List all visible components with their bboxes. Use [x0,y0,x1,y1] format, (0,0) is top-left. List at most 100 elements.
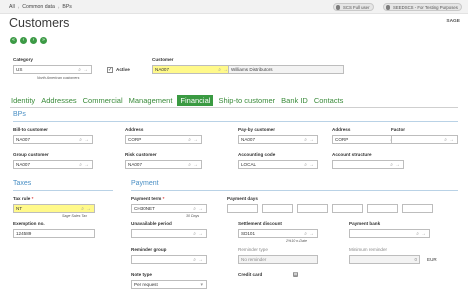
arrow-right-icon[interactable]: → [309,162,314,168]
group-customer-field[interactable]: NA007 ⌕ → [13,160,93,169]
bill-to-customer-label: Bill-to customer [13,127,48,132]
active-label: Active [116,67,130,72]
breadcrumb-item-all[interactable]: All [9,4,15,10]
currency-label: EUR [427,257,437,262]
last-record-icon[interactable]: » [40,37,47,44]
tab-bank-id[interactable]: Bank ID [280,95,309,106]
payment-days-field-2[interactable] [262,204,293,213]
chevron-right-icon: › [17,4,20,10]
credit-card-label: Credit card [238,272,263,277]
bill-to-customer-field[interactable]: NA007 ⌕ → [13,135,93,144]
pay-by-customer-field[interactable]: NA007 ⌕ → [238,135,318,144]
search-icon[interactable]: ⌕ [304,162,307,168]
breadcrumb-item-bps[interactable]: BPs [62,4,72,10]
top-bar: All › Common data › BPs SCS Full user SE… [0,0,468,14]
search-icon[interactable]: ⌕ [444,137,447,143]
taxes-section-rule [13,190,113,191]
user-pill[interactable]: SCS Full user [333,3,374,11]
unavailable-period-field[interactable]: ⌕ → [131,229,207,238]
note-type-select[interactable]: Per request ▾ [131,280,207,289]
arrow-right-icon[interactable]: → [449,137,454,143]
tab-divider [10,107,458,108]
category-label: Category [13,57,33,62]
reminder-type-label: Reminder type [238,247,268,252]
payment-bank-field[interactable]: ⌕ → [349,229,430,238]
arrow-right-icon[interactable]: → [309,137,314,143]
customer-field[interactable]: NA007 ⌕ → [152,65,232,74]
payment-days-field-4[interactable] [332,204,363,213]
payment-days-field-3[interactable] [297,204,328,213]
reminder-type-field: No reminder [238,255,318,264]
risk-customer-label: Risk customer [125,152,157,157]
address-2-label: Address [332,127,351,132]
breadcrumb-item-common-data[interactable]: Common data [22,4,55,10]
payment-days-field-5[interactable] [367,204,398,213]
page-title: Customers [9,16,70,30]
arrow-right-icon[interactable]: → [83,67,88,73]
search-icon[interactable]: ⌕ [390,162,393,168]
payment-term-field[interactable]: CH30NET ⌕ → [131,204,207,213]
arrow-right-icon[interactable]: → [421,231,426,237]
next-record-icon[interactable]: › [30,37,37,44]
folder-icon [386,5,391,10]
payment-section-rule [131,190,458,191]
tax-rule-label: Tax rule * [13,196,34,201]
tab-management[interactable]: Management [128,95,174,106]
search-icon[interactable]: ⌕ [78,67,81,73]
customer-label: Customer [152,57,174,62]
accounting-code-label: Accounting code [238,152,276,157]
search-icon[interactable]: ⌕ [218,67,221,73]
arrow-right-icon[interactable]: → [84,137,89,143]
tab-contacts[interactable]: Contacts [313,95,345,106]
arrow-right-icon[interactable]: → [309,231,314,237]
settlement-discount-field[interactable]: SD101 ⌕ → [238,229,318,238]
search-icon[interactable]: ⌕ [79,137,82,143]
search-icon[interactable]: ⌕ [193,257,196,263]
search-icon[interactable]: ⌕ [304,137,307,143]
tab-commercial[interactable]: Commercial [82,95,124,106]
payment-term-description: 30 Days [186,214,200,218]
search-icon[interactable]: ⌕ [81,206,84,212]
tax-rule-field[interactable]: NT ⌕ → [13,204,95,213]
address-field[interactable]: CORP ⌕ → [125,135,202,144]
arrow-right-icon[interactable]: → [193,137,198,143]
customer-name-field: Williams Distributors [228,65,344,74]
payment-bank-label: Payment bank [349,221,381,226]
taxes-section-title: Taxes [13,180,32,187]
tab-identity[interactable]: Identity [10,95,36,106]
note-type-label: Note type [131,272,152,277]
risk-customer-field[interactable]: NA007 ⌕ → [125,160,202,169]
search-icon[interactable]: ⌕ [416,231,419,237]
search-icon[interactable]: ⌕ [193,231,196,237]
tab-ship-to-customer[interactable]: Ship-to customer [217,95,276,106]
arrow-right-icon[interactable]: → [86,206,91,212]
arrow-right-icon[interactable]: → [395,162,400,168]
factor-field[interactable]: ⌕ → [391,135,458,144]
search-icon[interactable]: ⌕ [188,162,191,168]
payment-days-field-1[interactable] [227,204,258,213]
search-icon[interactable]: ⌕ [79,162,82,168]
reminder-group-field[interactable]: ⌕ → [131,255,207,264]
accounting-code-field[interactable]: LOCAL ⌕ → [238,160,318,169]
category-field[interactable]: US ⌕ → [13,65,92,74]
previous-record-icon[interactable]: ‹ [20,37,27,44]
arrow-right-icon[interactable]: → [193,162,198,168]
arrow-right-icon[interactable]: → [198,257,203,263]
account-structure-field[interactable]: ⌕ → [332,160,404,169]
tab-financial[interactable]: Financial [177,95,214,106]
breadcrumb: All › Common data › BPs [9,4,72,10]
arrow-right-icon[interactable]: → [198,231,203,237]
arrow-right-icon[interactable]: → [198,206,203,212]
search-icon[interactable]: ⌕ [193,206,196,212]
credit-card-icon[interactable]: ▤ [293,272,298,277]
active-checkbox[interactable]: ✓ [107,67,113,73]
exemption-number-field[interactable]: 124589 [13,229,95,238]
tab-addresses[interactable]: Addresses [40,95,77,106]
arrow-right-icon[interactable]: → [84,162,89,168]
first-record-icon[interactable]: « [10,37,17,44]
group-customer-label: Group customer [13,152,49,157]
folder-pill[interactable]: SEEDSCS - For Testing Purposes [383,3,462,11]
search-icon[interactable]: ⌕ [188,137,191,143]
search-icon[interactable]: ⌕ [304,231,307,237]
payment-days-field-6[interactable] [402,204,433,213]
